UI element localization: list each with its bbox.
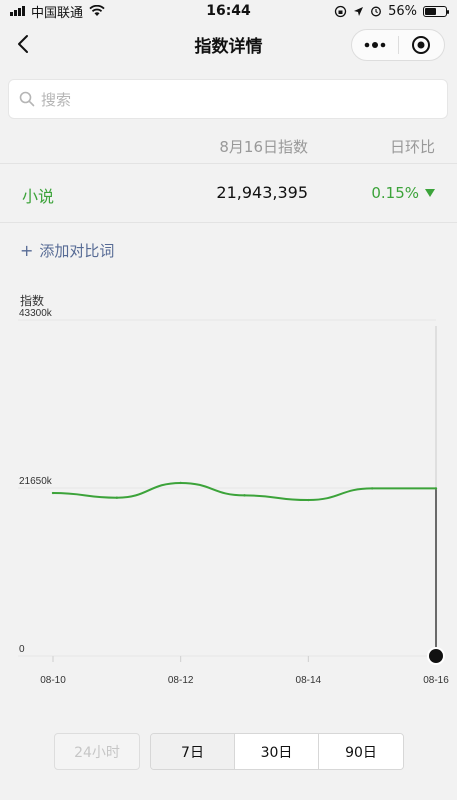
mini-program-capsule bbox=[351, 29, 445, 61]
close-mini-program-button[interactable] bbox=[399, 30, 445, 60]
data-point bbox=[179, 481, 182, 485]
trend-down-icon bbox=[425, 189, 435, 197]
data-point bbox=[307, 498, 310, 502]
x-tick-label: 08-10 bbox=[40, 675, 66, 686]
data-point bbox=[243, 494, 246, 497]
data-point bbox=[370, 487, 374, 490]
range-option-button[interactable]: 30日 bbox=[235, 734, 319, 769]
status-time: 16:44 bbox=[206, 3, 251, 19]
status-bar: 中国联通 16:44 56% bbox=[0, 0, 457, 22]
range-selector: 24小时 7日 30日 90日 bbox=[54, 733, 404, 770]
orientation-lock-icon bbox=[334, 5, 347, 17]
line-chart[interactable]: 43300k 21650k 0 08-10 08-12 08-14 08-16 bbox=[0, 288, 457, 698]
page-title: 指数详情 bbox=[194, 36, 263, 57]
table-row[interactable]: 小说 21,943,395 0.15% bbox=[0, 165, 457, 223]
y-tick-label: 43300k bbox=[19, 308, 53, 319]
back-arrow-icon[interactable] bbox=[12, 32, 36, 56]
x-tick-label: 08-12 bbox=[168, 675, 194, 686]
series-line bbox=[52, 481, 436, 502]
chart-y-label: 指数 bbox=[20, 294, 45, 308]
selected-marker-dot[interactable] bbox=[429, 649, 443, 663]
plus-icon: + bbox=[20, 241, 34, 260]
add-compare-label: 添加对比词 bbox=[39, 242, 115, 260]
data-point bbox=[51, 491, 55, 495]
keyword-name: 小说 bbox=[22, 187, 55, 206]
range-option-button[interactable]: 90日 bbox=[319, 734, 403, 769]
x-tick-label: 08-14 bbox=[296, 675, 322, 686]
nav-bar: 指数详情 bbox=[0, 22, 457, 66]
keyword-ratio-value: 0.15% bbox=[371, 184, 419, 202]
search-icon bbox=[19, 91, 35, 107]
location-arrow-icon bbox=[354, 6, 364, 16]
index-chart: 指数 43300k 21650k 0 08-10 08-12 08-14 08-16 bbox=[0, 288, 457, 698]
battery-percent: 56% bbox=[388, 3, 417, 19]
status-left: 中国联通 bbox=[10, 2, 105, 21]
carrier-name: 中国联通 bbox=[31, 5, 84, 21]
x-tick-label: 08-16 bbox=[423, 675, 449, 686]
keyword-index-value: 21,943,395 bbox=[216, 183, 308, 202]
target-circle-icon bbox=[412, 36, 431, 54]
keyword-ratio: 0.15% bbox=[371, 184, 435, 202]
status-right: 56% bbox=[334, 3, 449, 19]
alarm-icon bbox=[371, 6, 382, 17]
search-input[interactable]: 搜索 bbox=[8, 79, 448, 119]
battery-icon bbox=[423, 5, 449, 17]
table-header: 8月16日指数 日环比 bbox=[0, 124, 457, 164]
range-segment: 7日 30日 90日 bbox=[150, 733, 404, 770]
header-day-ratio: 日环比 bbox=[389, 138, 435, 156]
y-tick-label: 0 bbox=[19, 644, 25, 655]
wifi-icon bbox=[89, 5, 105, 16]
search-placeholder: 搜索 bbox=[41, 90, 72, 109]
header-date-index: 8月16日指数 bbox=[219, 138, 308, 156]
y-tick-label: 21650k bbox=[19, 476, 53, 487]
signal-icon bbox=[10, 6, 25, 16]
range-option-button[interactable]: 7日 bbox=[151, 734, 235, 769]
data-point bbox=[115, 496, 119, 499]
more-dots-icon bbox=[364, 42, 386, 48]
add-compare-button[interactable]: + 添加对比词 bbox=[20, 240, 114, 261]
data-point bbox=[434, 487, 438, 490]
more-button[interactable] bbox=[352, 30, 398, 60]
range-24h-button: 24小时 bbox=[54, 733, 140, 770]
